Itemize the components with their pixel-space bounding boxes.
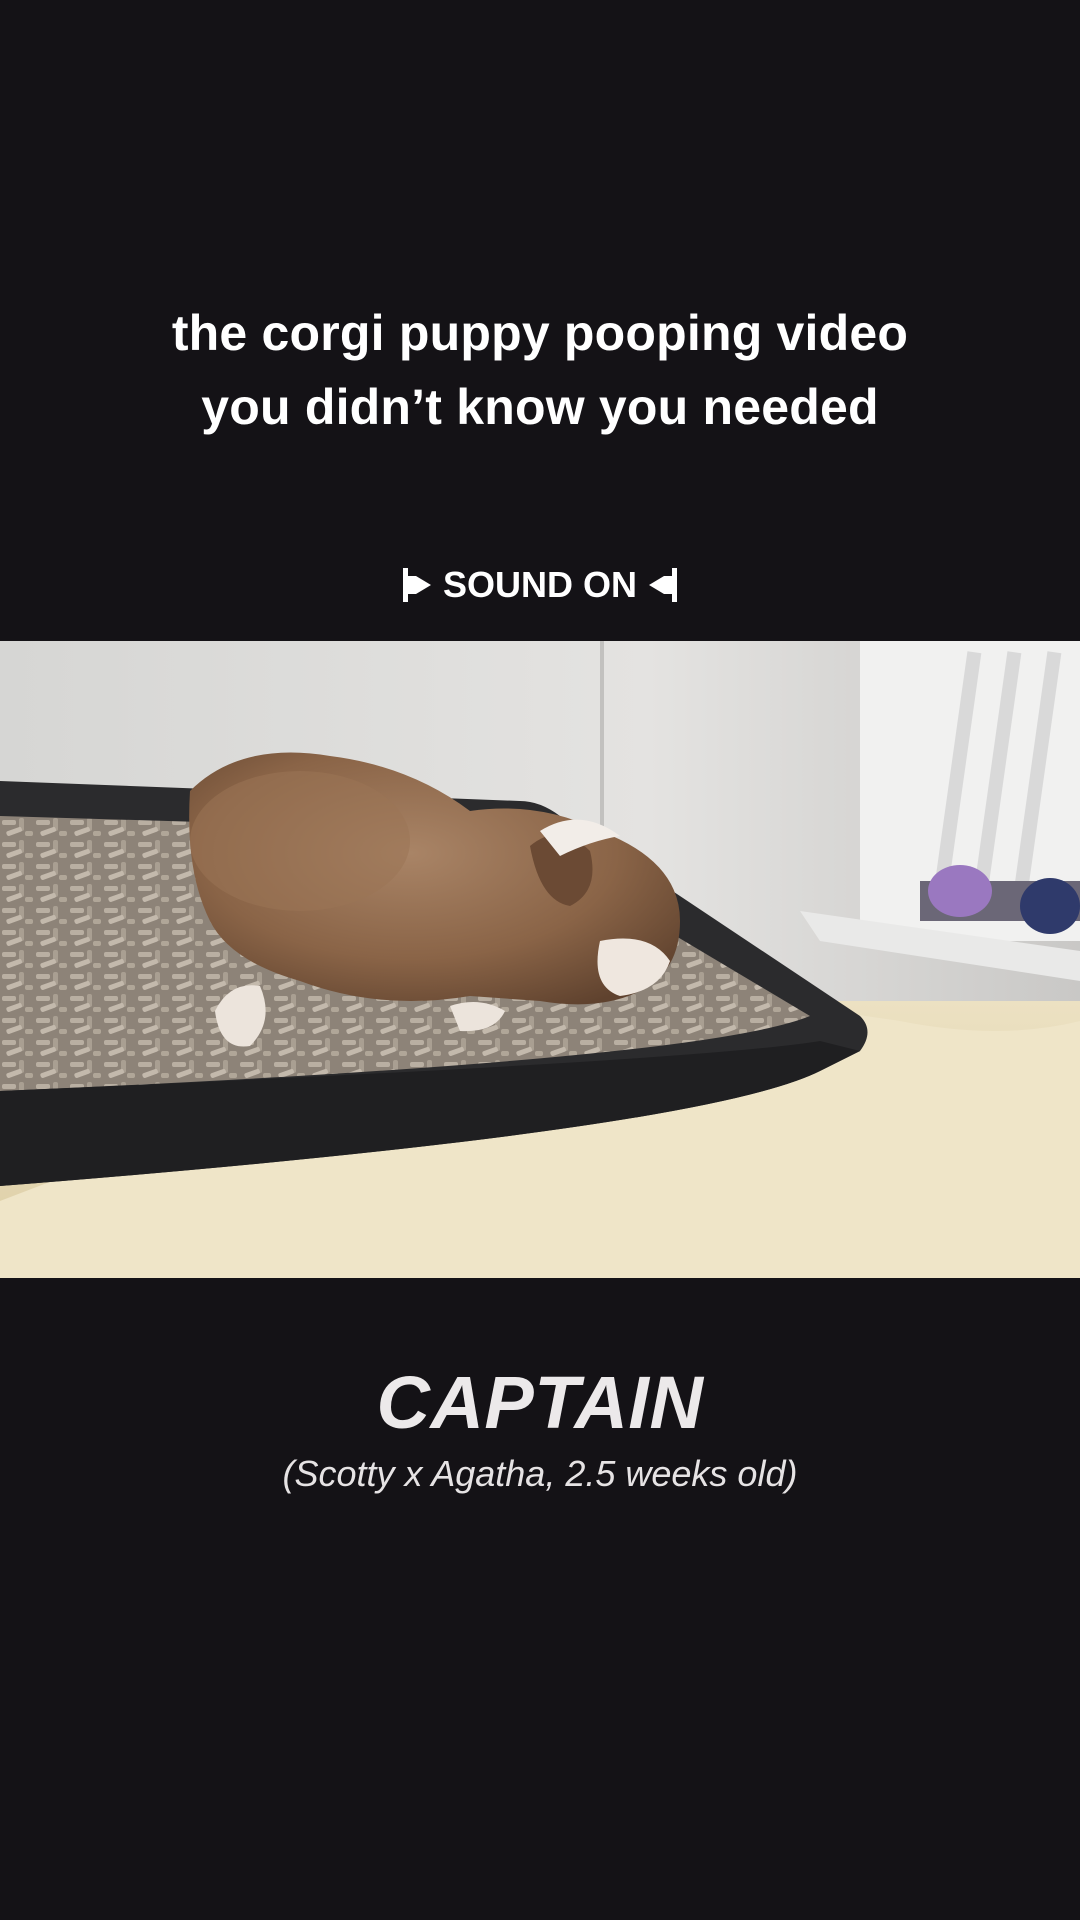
headline-line-2: you didn’t know you needed (201, 379, 879, 435)
video-frame[interactable] (0, 641, 1080, 1278)
puppy-photo (0, 641, 1080, 1278)
speaker-icon (402, 568, 433, 602)
sound-on-banner: SOUND ON (0, 560, 1080, 610)
puppy-details: (Scotty x Agatha, 2.5 weeks old) (282, 1453, 798, 1494)
story-page: the corgi puppy pooping video you didn’t… (0, 0, 1080, 1920)
puppy-name: CAPTAIN (376, 1361, 704, 1444)
headline-line-1: the corgi puppy pooping video (171, 305, 909, 361)
speaker-icon (647, 568, 677, 602)
sound-on-label: SOUND ON (442, 564, 637, 605)
headline: the corgi puppy pooping video you didn’t… (0, 296, 1080, 444)
